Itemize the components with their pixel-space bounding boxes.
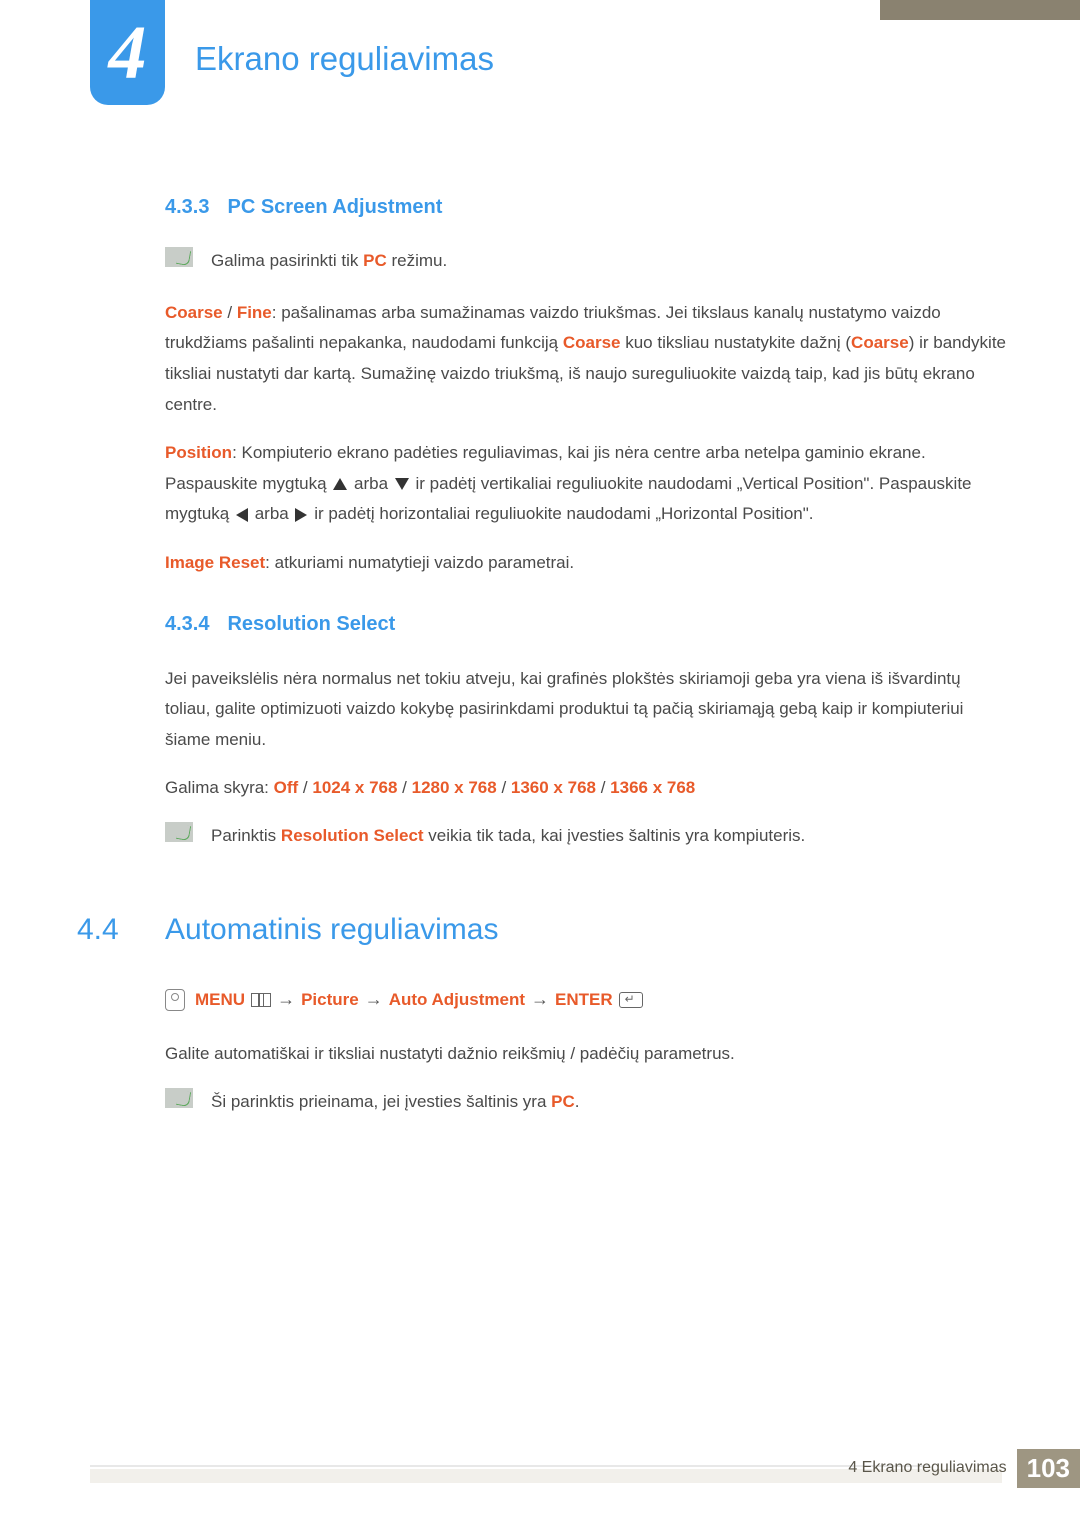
chapter-number: 4 (109, 15, 147, 91)
enter-icon (619, 992, 643, 1008)
note-pc-mode: Galima pasirinkti tik PC režimu. (165, 247, 1010, 276)
heading-4-4: 4.4Automatinis reguliavimas (165, 913, 1010, 947)
heading-4-3-4: 4.3.4Resolution Select (165, 613, 1010, 636)
triangle-right-icon (295, 508, 307, 522)
para-auto-adjust: Galite automatiškai ir tiksliai nustatyt… (165, 1039, 1010, 1070)
heading-4-3-3: 4.3.3PC Screen Adjustment (165, 196, 1010, 219)
triangle-up-icon (333, 478, 347, 490)
triangle-left-icon (236, 508, 248, 522)
para-coarse-fine: Coarse / Fine: pašalinamas arba sumažina… (165, 298, 1010, 420)
note-resolution: Parinktis Resolution Select veikia tik t… (165, 822, 1010, 851)
section-number: 4.4 (77, 913, 119, 947)
footer-chapter-label: 4 Ekrano reguliavimas (848, 1459, 1006, 1477)
para-resolution-intro: Jei paveikslėlis nėra normalus net tokiu… (165, 664, 1010, 756)
para-image-reset: Image Reset: atkuriami numatytieji vaizd… (165, 548, 1010, 579)
triangle-down-icon (395, 478, 409, 490)
osd-icon (165, 989, 185, 1011)
chapter-title: Ekrano reguliavimas (195, 40, 494, 78)
para-resolution-options: Galima skyra: Off / 1024 x 768 / 1280 x … (165, 773, 1010, 804)
para-position: Position: Kompiuterio ekrano padėties re… (165, 438, 1010, 530)
top-accent-bar (880, 0, 1080, 20)
footer-rule (90, 1465, 930, 1467)
note-text: Ši parinktis prieinama, jei įvesties šal… (211, 1088, 579, 1117)
menu-path: MENU → Picture → Auto Adjustment → ENTER (165, 989, 1010, 1011)
note-text: Parinktis Resolution Select veikia tik t… (211, 822, 805, 851)
note-icon (165, 1088, 193, 1108)
note-auto-adjust: Ši parinktis prieinama, jei įvesties šal… (165, 1088, 1010, 1117)
page-number: 103 (1017, 1449, 1080, 1488)
chapter-badge: 4 (90, 0, 165, 105)
menu-box-icon (251, 993, 271, 1007)
note-icon (165, 822, 193, 842)
note-icon (165, 247, 193, 267)
page-footer: 4 Ekrano reguliavimas 103 (90, 1451, 1080, 1485)
note-text: Galima pasirinkti tik PC režimu. (211, 247, 447, 276)
page-content: 4.3.3PC Screen Adjustment Galima pasirin… (165, 190, 1010, 1138)
